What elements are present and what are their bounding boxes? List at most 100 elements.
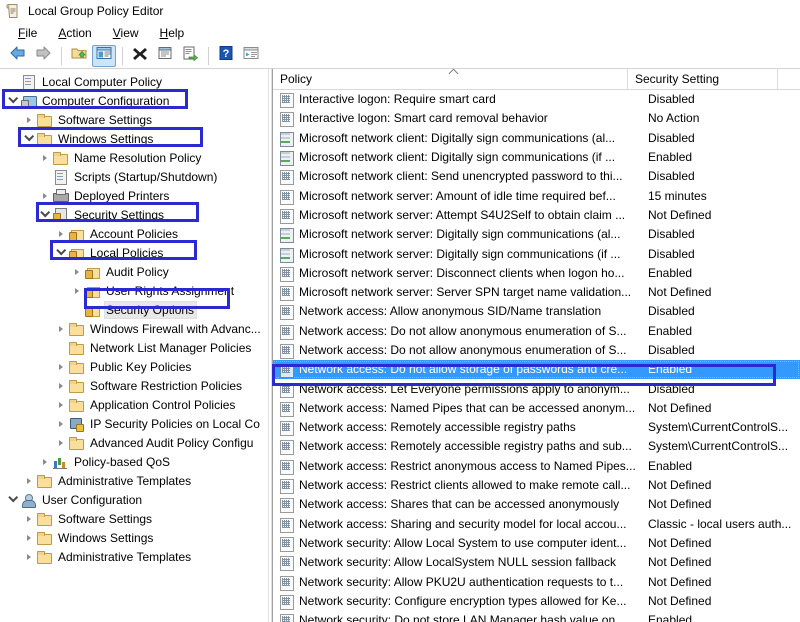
policy-icon	[279, 208, 294, 223]
table-row[interactable]: Network access: Restrict anonymous acces…	[273, 457, 800, 476]
chevron-right-icon[interactable]	[20, 530, 36, 546]
table-row[interactable]: Microsoft network client: Digitally sign…	[273, 129, 800, 148]
security-setting-cell: Not Defined	[648, 574, 798, 591]
chevron-down-icon[interactable]	[4, 492, 20, 508]
table-row[interactable]: Network access: Remotely accessible regi…	[273, 418, 800, 437]
table-row[interactable]: Network access: Remotely accessible regi…	[273, 437, 800, 456]
chevron-right-icon[interactable]	[20, 112, 36, 128]
chevron-right-icon[interactable]	[36, 188, 52, 204]
tree-node-advanced-audit-policy-configu[interactable]: Advanced Audit Policy Configu	[0, 433, 268, 452]
tree-node-software-settings[interactable]: Software Settings	[0, 110, 268, 129]
table-row[interactable]: Microsoft network server: Disconnect cli…	[273, 264, 800, 283]
tree-node-computer-configuration[interactable]: Computer Configuration	[0, 91, 268, 110]
tree-node-local-computer-policy[interactable]: Local Computer Policy	[0, 72, 268, 91]
table-row[interactable]: Microsoft network client: Send unencrypt…	[273, 167, 800, 186]
table-row[interactable]: Microsoft network server: Attempt S4U2Se…	[273, 206, 800, 225]
table-row[interactable]: Network access: Let Everyone permissions…	[273, 379, 800, 398]
chevron-right-icon[interactable]	[20, 549, 36, 565]
menu-help[interactable]: Help	[151, 25, 194, 41]
properties-button[interactable]	[153, 45, 177, 67]
tree-node-user-rights-assignment[interactable]: User Rights Assignment	[0, 281, 268, 300]
tree-node-windows-settings[interactable]: Windows Settings	[0, 129, 268, 148]
table-row[interactable]: Network security: Allow PKU2U authentica…	[273, 572, 800, 591]
tree-node-security-settings[interactable]: Security Settings	[0, 205, 268, 224]
chevron-right-icon[interactable]	[52, 378, 68, 394]
table-row[interactable]: Network security: Do not store LAN Manag…	[273, 611, 800, 622]
table-row[interactable]: Microsoft network server: Amount of idle…	[273, 186, 800, 205]
chevron-right-icon[interactable]	[36, 150, 52, 166]
column-header-security-setting[interactable]: Security Setting	[628, 69, 778, 89]
policy-name-cell: Microsoft network client: Send unencrypt…	[299, 168, 648, 185]
tree-node-application-control-policies[interactable]: Application Control Policies	[0, 395, 268, 414]
table-row[interactable]: Network security: Allow Local System to …	[273, 534, 800, 553]
tree-node-software-settings[interactable]: Software Settings	[0, 509, 268, 528]
chevron-right-icon[interactable]	[20, 511, 36, 527]
chevron-right-icon[interactable]	[52, 397, 68, 413]
chevron-right-icon[interactable]	[68, 283, 84, 299]
table-row[interactable]: Microsoft network server: Digitally sign…	[273, 225, 800, 244]
tree-node-scripts-startup-shutdown[interactable]: Scripts (Startup/Shutdown)	[0, 167, 268, 186]
tree-node-network-list-manager-policies[interactable]: Network List Manager Policies	[0, 338, 268, 357]
menu-action[interactable]: Action	[49, 25, 100, 41]
menu-file[interactable]: File	[9, 25, 46, 41]
chevron-down-icon[interactable]	[20, 131, 36, 147]
table-row[interactable]: Network access: Do not allow storage of …	[273, 360, 800, 379]
tree-node-public-key-policies[interactable]: Public Key Policies	[0, 357, 268, 376]
export-list-button[interactable]	[178, 45, 202, 67]
table-row[interactable]: Interactive logon: Require smart cardDis…	[273, 90, 800, 109]
chevron-right-icon[interactable]	[52, 435, 68, 451]
tree-node-software-restriction-policies[interactable]: Software Restriction Policies	[0, 376, 268, 395]
chevron-right-icon[interactable]	[68, 264, 84, 280]
policy-list-pane[interactable]: Policy Security Setting Interactive logo…	[272, 69, 800, 622]
tree-node-administrative-templates[interactable]: Administrative Templates	[0, 547, 268, 566]
table-row[interactable]: Microsoft network server: Server SPN tar…	[273, 283, 800, 302]
console-tree-pane[interactable]: Local Computer PolicyComputer Configurat…	[0, 69, 268, 622]
table-row[interactable]: Network access: Allow anonymous SID/Name…	[273, 302, 800, 321]
security-setting-cell: Classic - local users auth...	[648, 516, 798, 533]
table-row[interactable]: Network security: Configure encryption t…	[273, 592, 800, 611]
tree-node-name-resolution-policy[interactable]: Name Resolution Policy	[0, 148, 268, 167]
table-row[interactable]: Network security: Allow LocalSystem NULL…	[273, 553, 800, 572]
chevron-right-icon[interactable]	[52, 321, 68, 337]
table-row[interactable]: Network access: Sharing and security mod…	[273, 515, 800, 534]
chevron-right-icon[interactable]	[52, 226, 68, 242]
chevron-right-icon[interactable]	[36, 454, 52, 470]
chevron-right-icon[interactable]	[52, 416, 68, 432]
table-row[interactable]: Microsoft network client: Digitally sign…	[273, 148, 800, 167]
forward-button[interactable]	[31, 45, 55, 67]
policy-icon	[279, 382, 294, 397]
tree-node-audit-policy[interactable]: Audit Policy	[0, 262, 268, 281]
table-row[interactable]: Network access: Do not allow anonymous e…	[273, 341, 800, 360]
back-button[interactable]	[6, 45, 30, 67]
table-row[interactable]: Network access: Named Pipes that can be …	[273, 399, 800, 418]
tree-node-local-policies[interactable]: Local Policies	[0, 243, 268, 262]
show-contents-button[interactable]	[239, 45, 263, 67]
show-hide-tree-button[interactable]	[92, 45, 116, 67]
chevron-right-icon[interactable]	[52, 359, 68, 375]
tree-node-policy-based-qos[interactable]: Policy-based QoS	[0, 452, 268, 471]
table-row[interactable]: Network access: Shares that can be acces…	[273, 495, 800, 514]
tree-node-deployed-printers[interactable]: Deployed Printers	[0, 186, 268, 205]
tree-node-security-options[interactable]: Security Options	[0, 300, 268, 319]
tree-node-ip-security-policies-on-local-co[interactable]: IP Security Policies on Local Co	[0, 414, 268, 433]
chevron-right-icon[interactable]	[20, 473, 36, 489]
up-one-level-button[interactable]	[67, 45, 91, 67]
chevron-down-icon[interactable]	[36, 207, 52, 223]
tree-node-account-policies[interactable]: Account Policies	[0, 224, 268, 243]
table-row[interactable]: Microsoft network server: Digitally sign…	[273, 244, 800, 263]
tree-node-windows-firewall-with-advanc[interactable]: Windows Firewall with Advanc...	[0, 319, 268, 338]
tree-node-administrative-templates[interactable]: Administrative Templates	[0, 471, 268, 490]
delete-button[interactable]	[128, 45, 152, 67]
chevron-down-icon[interactable]	[4, 93, 20, 109]
column-header-policy[interactable]: Policy	[273, 69, 628, 89]
chevron-down-icon[interactable]	[52, 245, 68, 261]
table-row[interactable]: Interactive logon: Smart card removal be…	[273, 109, 800, 128]
help-button[interactable]: ?	[214, 45, 238, 67]
tree-node-windows-settings[interactable]: Windows Settings	[0, 528, 268, 547]
tree-node-user-configuration[interactable]: User Configuration	[0, 490, 268, 509]
table-row[interactable]: Network access: Do not allow anonymous e…	[273, 322, 800, 341]
table-row[interactable]: Network access: Restrict clients allowed…	[273, 476, 800, 495]
folder-lock-icon	[68, 226, 84, 242]
security-setting-cell: Disabled	[648, 91, 798, 108]
menu-view[interactable]: View	[104, 25, 148, 41]
